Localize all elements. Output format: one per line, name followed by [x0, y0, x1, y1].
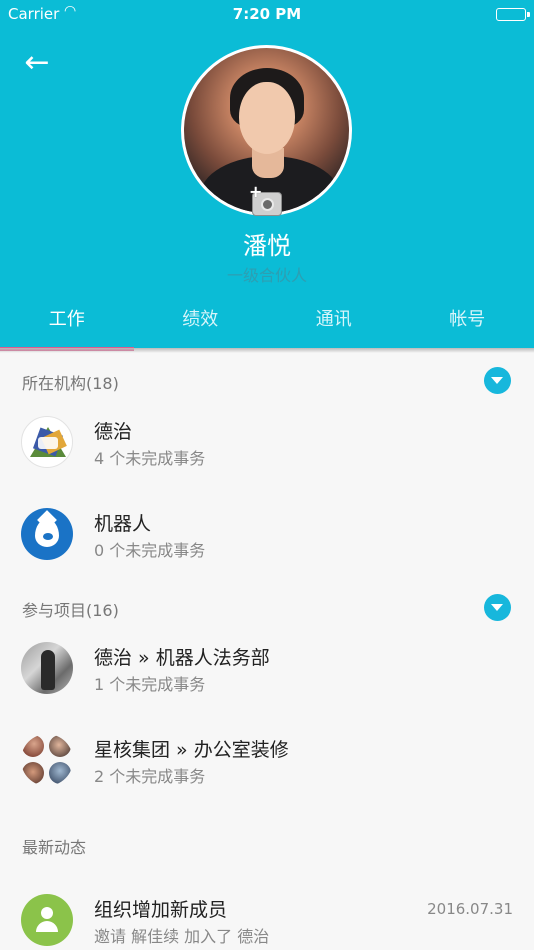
- status-bar: Carrier ◠ 7:20 PM: [0, 0, 534, 28]
- activity-title: 组织增加新成员: [94, 899, 228, 921]
- back-arrow-icon[interactable]: ←: [20, 46, 54, 80]
- member-avatars-grid-icon: [21, 734, 73, 786]
- list-item[interactable]: 德治 4 个未完成事务: [0, 396, 534, 488]
- section-projects: 参与项目(16): [0, 587, 534, 627]
- battery-icon: [496, 8, 530, 21]
- section-label: 最新动态: [22, 838, 87, 857]
- camera-icon[interactable]: +: [249, 184, 282, 216]
- activity-item[interactable]: 组织增加新成员 邀请 解佳续 加入了 德治 2016.07.31: [0, 874, 534, 950]
- item-subtitle: 2 个未完成事务: [94, 767, 206, 786]
- item-title: 德治: [94, 421, 133, 443]
- status-time: 7:20 PM: [232, 5, 302, 23]
- profile-name: 潘悦: [243, 232, 291, 260]
- activity-date: 2016.07.31: [427, 900, 513, 918]
- tab-work[interactable]: 工作: [0, 305, 134, 351]
- profile-role: 一级合伙人: [226, 266, 307, 285]
- list-item[interactable]: 机器人 0 个未完成事务: [0, 488, 534, 580]
- list-item[interactable]: 德治 » 机器人法务部 1 个未完成事务: [0, 622, 534, 714]
- section-activity: 最新动态: [0, 824, 534, 864]
- avatar[interactable]: [181, 45, 352, 216]
- section-label: 所在机构(18): [22, 374, 119, 393]
- project-photo-icon: [21, 642, 73, 694]
- item-subtitle: 0 个未完成事务: [94, 541, 206, 560]
- item-title: 德治 » 机器人法务部: [94, 647, 270, 669]
- header-shadow: [0, 348, 534, 353]
- chevron-down-icon[interactable]: [484, 367, 511, 394]
- dezhi-logo-icon: [21, 416, 73, 468]
- section-label: 参与项目(16): [22, 601, 119, 620]
- item-title: 星核集团 » 办公室装修: [94, 739, 289, 761]
- chevron-down-icon[interactable]: [484, 594, 511, 621]
- tab-contacts[interactable]: 通讯: [267, 305, 401, 348]
- profile-header: Carrier ◠ 7:20 PM ← + 潘悦 一级合伙人 工作 绩效 通讯 …: [0, 0, 534, 351]
- tab-account[interactable]: 帐号: [401, 305, 534, 348]
- tab-performance[interactable]: 绩效: [134, 305, 268, 348]
- tab-bar: 工作 绩效 通讯 帐号: [0, 305, 534, 351]
- section-organizations: 所在机构(18): [0, 360, 534, 400]
- drupal-logo-icon: [21, 508, 73, 560]
- item-subtitle: 1 个未完成事务: [94, 675, 206, 694]
- user-icon: [21, 894, 73, 946]
- item-title: 机器人: [94, 513, 152, 535]
- activity-subtitle: 邀请 解佳续 加入了 德治: [94, 927, 270, 946]
- item-subtitle: 4 个未完成事务: [94, 449, 206, 468]
- list-item[interactable]: 星核集团 » 办公室装修 2 个未完成事务: [0, 714, 534, 806]
